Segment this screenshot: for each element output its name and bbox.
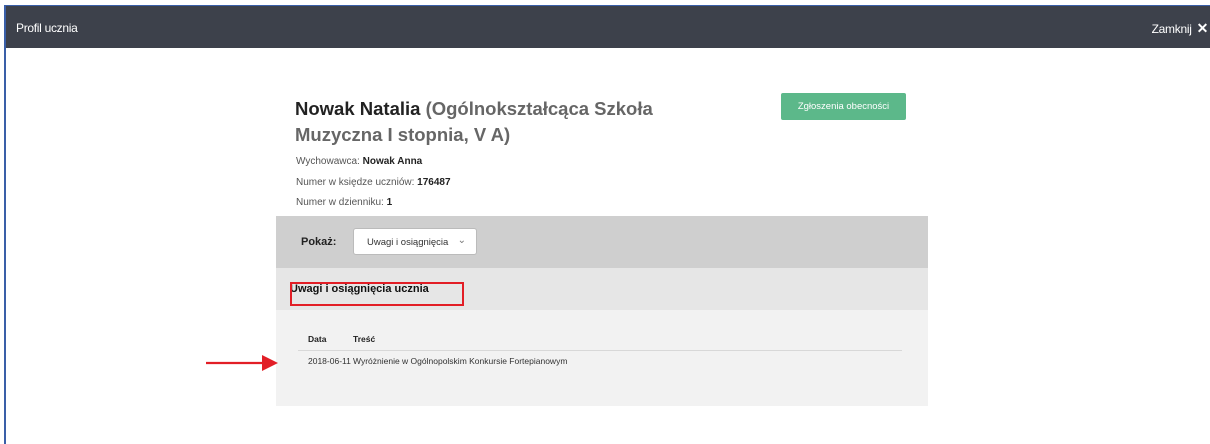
table-row: 2018-06-11 Wyróżnienie w Ogólnopolskim K… [298, 351, 902, 366]
tutor-label: Wychowawca: [296, 156, 360, 167]
student-school-line2: Muzyczna I stopnia, V A) [295, 124, 511, 145]
filter-label: Pokaż: [301, 236, 337, 248]
book-number-info: Numer w księdze uczniów: 176487 [296, 177, 451, 188]
content-panel: Pokaż: Uwagi i osiągnięcia ⌄ Uwagi i osi… [276, 216, 928, 406]
student-heading: Nowak Natalia (Ogólnokształcąca Szkoła M… [295, 96, 735, 148]
title-bar: Profil ucznia Zamknij ✕ [6, 6, 1210, 48]
red-arrow-annotation-icon [206, 355, 278, 371]
column-header-date: Data [308, 334, 327, 344]
diary-number-info: Numer w dzienniku: 1 [296, 197, 392, 208]
window-title: Profil ucznia [16, 21, 78, 35]
row-content: Wyróżnienie w Ogólnopolskim Konkursie Fo… [353, 356, 568, 366]
filter-selected-value: Uwagi i osiągnięcia [367, 237, 449, 248]
notes-table: Data Treść 2018-06-11 Wyróżnienie w Ogól… [298, 334, 902, 366]
filter-select[interactable]: Uwagi i osiągnięcia ⌄ [353, 228, 477, 255]
chevron-down-icon: ⌄ [457, 235, 466, 246]
diary-number-value: 1 [386, 197, 393, 208]
tutor-value: Nowak Anna [362, 156, 423, 167]
highlight-annotation-box [290, 282, 464, 306]
filter-bar: Pokaż: Uwagi i osiągnięcia ⌄ [276, 216, 928, 268]
close-icon[interactable]: ✕ [1197, 20, 1209, 37]
book-number-label: Numer w księdze uczniów: [296, 177, 415, 188]
book-number-value: 176487 [417, 177, 451, 188]
attendance-reports-button[interactable]: Zgłoszenia obecności [781, 93, 906, 120]
student-school-line1: (Ogólnokształcąca Szkoła [425, 98, 653, 119]
close-label: Zamknij [1151, 21, 1192, 36]
tutor-info: Wychowawca: Nowak Anna [296, 156, 422, 167]
row-date: 2018-06-11 [308, 356, 351, 366]
column-header-content: Treść [353, 334, 376, 344]
diary-number-label: Numer w dzienniku: [296, 197, 384, 208]
table-header: Data Treść [298, 334, 902, 351]
close-button[interactable]: Zamknij ✕ [1151, 20, 1209, 37]
student-name: Nowak Natalia [295, 98, 421, 119]
